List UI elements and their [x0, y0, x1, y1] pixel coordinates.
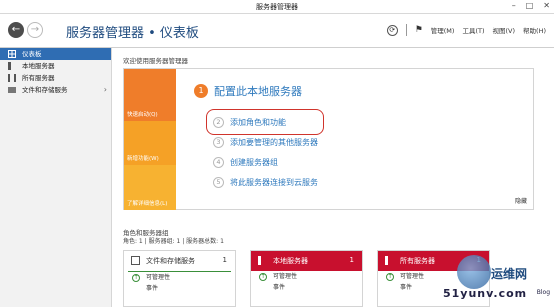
tile-local-server[interactable]: 本地服务器 1 ↑ 可管理性 事件: [250, 250, 363, 307]
sidebar-item-label: 所有服务器: [22, 74, 55, 82]
minimize-button[interactable]: –: [512, 1, 516, 10]
steps-list: 2 添加角色和功能 3 添加要管理的其他服务器 4 创建服务器组 5 将此服务器…: [213, 112, 318, 192]
header-tools: ⟳ ⚑ 管理(M) 工具(T) 视图(V) 帮助(H): [386, 24, 546, 36]
tile-row-label: 可管理性: [273, 273, 298, 280]
window-title: 服务器管理器: [256, 3, 298, 11]
folder-icon: [8, 87, 16, 93]
flag-icon[interactable]: ⚑: [415, 25, 423, 35]
step-number: 3: [213, 136, 224, 148]
watermark-blog: Blog: [536, 289, 550, 296]
step-label: 将此服务器连接到云服务: [230, 177, 318, 187]
watermark-domain: 51yunv.com: [443, 287, 528, 300]
servers-icon: [8, 74, 16, 82]
configure-local-server-link[interactable]: 1 配置此本地服务器: [194, 83, 302, 99]
up-arrow-icon: ↑: [259, 273, 267, 281]
tile-header: 文件和存储服务 1: [124, 251, 235, 271]
tile-row[interactable]: ↑ 可管理性: [251, 271, 362, 282]
quick-start-tab[interactable]: 快速启动(Q): [124, 69, 176, 121]
folder-icon: [131, 256, 140, 265]
servers-icon: [385, 256, 394, 265]
watermark-text: 运维网: [491, 267, 528, 281]
sidebar: 仪表板 本地服务器 所有服务器 文件和存储服务 ›: [0, 48, 112, 307]
breadcrumb: 服务器管理器 • 仪表板: [66, 26, 199, 41]
menu-help[interactable]: 帮助(H): [523, 25, 546, 35]
step-label: 创建服务器组: [230, 157, 278, 167]
hide-link[interactable]: 隐藏: [515, 196, 527, 205]
tile-count: 1: [222, 256, 227, 264]
tile-title: 本地服务器: [273, 257, 308, 265]
step-label: 添加要管理的其他服务器: [230, 137, 318, 147]
step-number: 2: [213, 116, 224, 128]
learn-more-tab[interactable]: 了解详细信息(L): [124, 165, 176, 210]
step-label: 添加角色和功能: [230, 117, 286, 127]
connect-cloud-link[interactable]: 5 将此服务器连接到云服务: [213, 172, 318, 192]
divider: [405, 24, 407, 36]
tile-row[interactable]: 事件: [251, 282, 362, 293]
step-label: 配置此本地服务器: [214, 85, 302, 98]
tile-row-label: 事件: [146, 285, 159, 292]
tile-count: 1: [349, 256, 354, 264]
globe-icon: [457, 255, 491, 289]
welcome-panel: 快速启动(Q) 新增功能(W) 了解详细信息(L) 1 配置此本地服务器 2 添…: [123, 68, 534, 210]
sidebar-item-file-storage[interactable]: 文件和存储服务 ›: [0, 84, 111, 96]
tile-row[interactable]: ↑ 可管理性: [124, 272, 235, 283]
back-button[interactable]: ←: [8, 22, 24, 38]
tile-row-label: 可管理性: [400, 273, 425, 280]
window-controls: – □ ✕: [512, 1, 550, 10]
close-button[interactable]: ✕: [543, 1, 550, 10]
roles-summary: 角色: 1 | 服务器组: 1 | 服务器总数: 1: [123, 238, 224, 245]
tile-row-label: 事件: [400, 284, 413, 291]
menu-tools[interactable]: 工具(T): [462, 25, 484, 35]
tile-file-storage[interactable]: 文件和存储服务 1 ↑ 可管理性 事件: [123, 250, 236, 307]
menu-manage[interactable]: 管理(M): [431, 25, 455, 35]
add-other-servers-link[interactable]: 3 添加要管理的其他服务器: [213, 132, 318, 152]
sidebar-item-label: 仪表板: [22, 50, 42, 58]
forward-button[interactable]: →: [27, 22, 43, 38]
app-header: ← → 服务器管理器 • 仪表板 ⟳ ⚑ 管理(M) 工具(T) 视图(V) 帮…: [0, 14, 554, 48]
tile-header: 本地服务器 1: [251, 251, 362, 271]
tile-title: 所有服务器: [400, 257, 435, 265]
tile-title: 文件和存储服务: [146, 257, 195, 265]
tile-row-label: 可管理性: [146, 274, 171, 281]
tile-row[interactable]: 事件: [124, 283, 235, 294]
step-number: 5: [213, 176, 224, 188]
sidebar-item-label: 文件和存储服务: [22, 86, 68, 94]
up-arrow-icon: ↑: [386, 273, 394, 281]
menu-view[interactable]: 视图(V): [493, 25, 516, 35]
refresh-icon[interactable]: ⟳: [386, 24, 398, 36]
watermark: 运维网 51yunv.com Blog: [443, 255, 554, 307]
add-roles-features-link[interactable]: 2 添加角色和功能: [213, 112, 318, 132]
whats-new-tab[interactable]: 新增功能(W): [124, 121, 176, 165]
sidebar-item-all-servers[interactable]: 所有服务器: [0, 72, 111, 84]
chevron-right-icon: ›: [103, 85, 107, 94]
step-number: 1: [194, 84, 208, 98]
sidebar-item-dashboard[interactable]: 仪表板: [0, 48, 111, 60]
up-arrow-icon: ↑: [132, 274, 140, 282]
window-titlebar: 服务器管理器 – □ ✕: [0, 0, 554, 14]
sidebar-item-label: 本地服务器: [22, 62, 55, 70]
server-icon: [8, 62, 16, 70]
sidebar-item-local-server[interactable]: 本地服务器: [0, 60, 111, 72]
server-icon: [258, 256, 267, 265]
maximize-button[interactable]: □: [526, 1, 534, 10]
create-server-group-link[interactable]: 4 创建服务器组: [213, 152, 318, 172]
tile-row-label: 事件: [273, 284, 286, 291]
welcome-heading: 欢迎使用服务器管理器: [123, 57, 188, 65]
step-number: 4: [213, 156, 224, 168]
dashboard-icon: [8, 50, 16, 58]
